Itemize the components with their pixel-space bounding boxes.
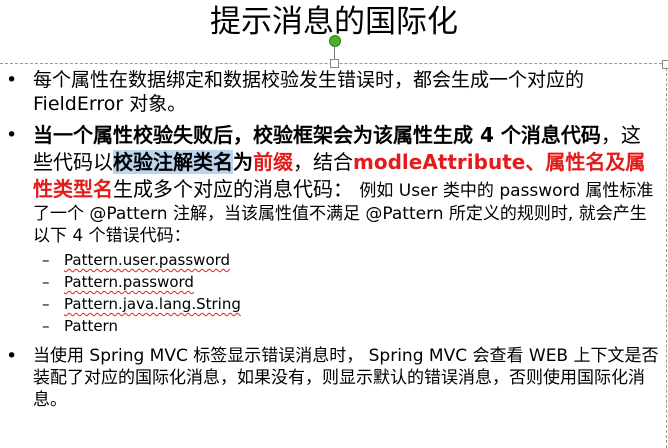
normal-text: 生成多个对应的消息代码： — [113, 177, 353, 201]
red-emphasis-prefix: 前缀 — [253, 150, 293, 174]
bold-text: 为 — [233, 150, 253, 174]
bullet-text: 当使用 Spring MVC 标签显示错误消息时， Spring MVC 会查看… — [33, 346, 659, 410]
rotate-handle-connector — [334, 46, 335, 59]
highlighted-selection[interactable]: 校验注解类名 — [113, 150, 233, 174]
resize-handle-top[interactable] — [330, 59, 339, 68]
error-code: Pattern.password — [64, 273, 194, 291]
dash-marker: – — [42, 251, 50, 269]
bullet-marker: • — [6, 124, 18, 146]
error-code: Pattern — [64, 317, 118, 335]
dash-marker: – — [42, 295, 50, 313]
dash-marker: – — [42, 317, 50, 335]
bullet-marker: • — [6, 69, 18, 91]
bullet-item-message-codes: • 当一个属性校验失败后，校验框架会为该属性生成 4 个消息代码，这些代码以校验… — [0, 122, 668, 247]
list-item: – Pattern — [0, 315, 668, 337]
bold-text: 当一个属性校验失败后，校验框架会为该属性生成 4 个消息代码 — [33, 123, 601, 147]
list-item: – Pattern.password — [0, 271, 668, 293]
list-item: – Pattern.user.password — [0, 249, 668, 271]
error-code: Pattern.user.password — [64, 251, 231, 269]
error-code: Pattern.java.lang.String — [64, 295, 241, 313]
bullet-item-fielderror: • 每个属性在数据绑定和数据校验发生错误时，都会生成一个对应的 FieldErr… — [0, 68, 668, 116]
list-item: – Pattern.java.lang.String — [0, 293, 668, 315]
bullet-item-spring-mvc: • 当使用 Spring MVC 标签显示错误消息时， Spring MVC 会… — [0, 345, 668, 411]
slide-body[interactable]: • 每个属性在数据绑定和数据校验发生错误时，都会生成一个对应的 FieldErr… — [0, 68, 668, 411]
bullet-marker: • — [6, 345, 18, 367]
rotate-handle[interactable] — [329, 35, 341, 47]
bullet-text: 每个属性在数据绑定和数据校验发生错误时，都会生成一个对应的 FieldError… — [33, 69, 585, 115]
normal-text: ，结合 — [293, 150, 353, 174]
error-code-list: – Pattern.user.password – Pattern.passwo… — [0, 249, 668, 337]
dash-marker: – — [42, 273, 50, 291]
